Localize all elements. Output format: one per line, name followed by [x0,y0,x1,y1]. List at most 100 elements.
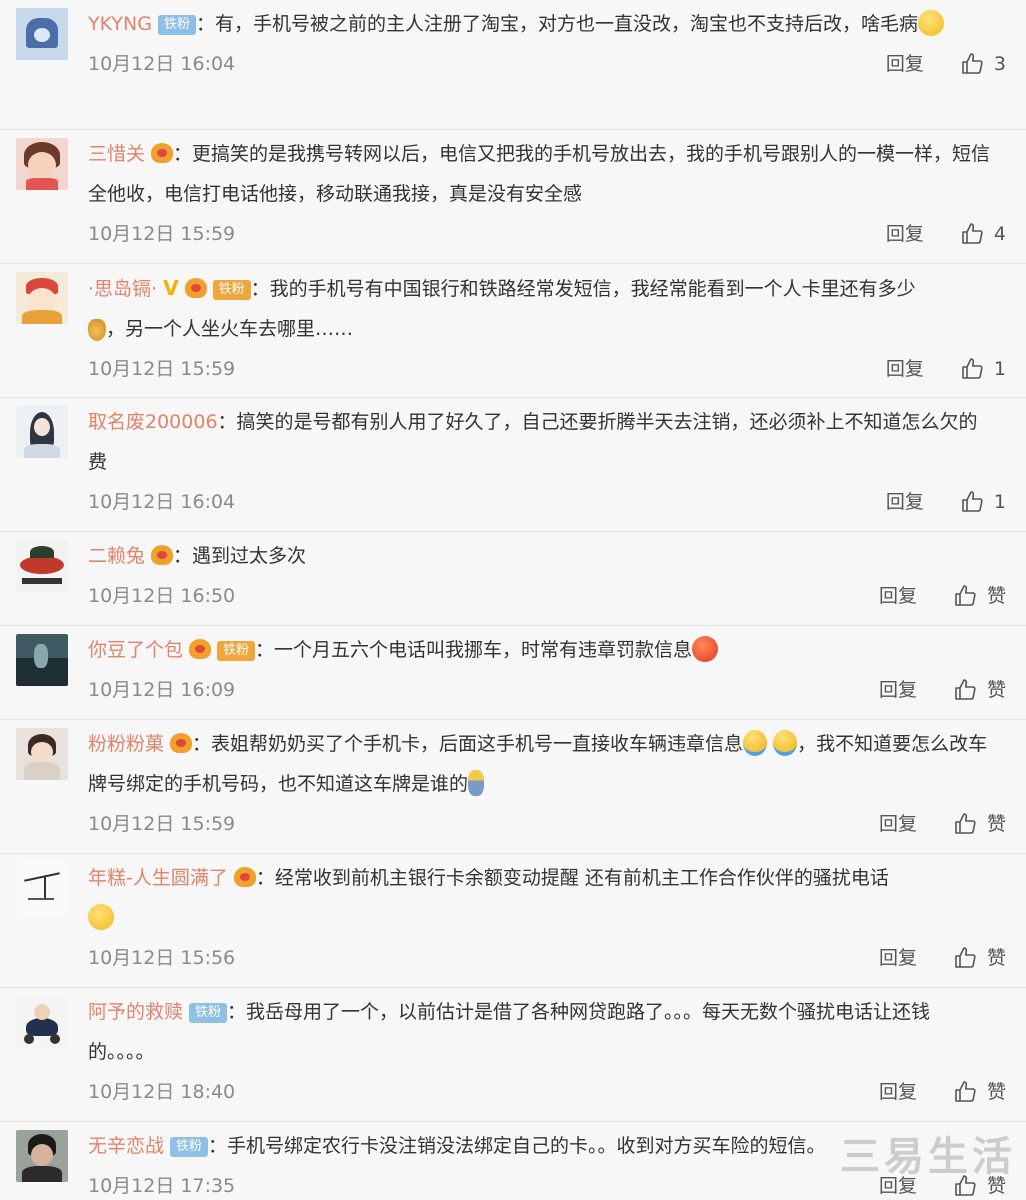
comment-text: YKYNG 铁粉 ：有，手机号被之前的主人注册了淘宝，对方也一直没改，淘宝也不支持后… [88,4,1006,44]
comment-item: 你豆了个包 铁粉 ：一个月五六个电话叫我挪车，时常有违章罚款信息 10月12日 16… [0,626,1026,720]
reply-button[interactable]: 回复 [879,670,917,710]
thumb-up-icon [962,223,983,244]
username[interactable]: 取名废200006 [88,411,218,433]
avatar[interactable] [16,540,68,592]
timestamp: 10月12日 15:59 [88,358,236,380]
reply-button[interactable]: 回复 [886,214,924,254]
avatar[interactable] [16,8,68,60]
avatar[interactable] [16,634,68,686]
thumb-up-icon [962,358,983,379]
username[interactable]: YKYNG [88,13,152,35]
vip-crown-icon [151,143,174,163]
reply-button[interactable]: 回复 [879,1072,917,1112]
comment-text: 粉粉粉菓 ：表姐帮奶奶买了个手机卡，后面这手机号一直接收车辆违章信息 ，我不知道要… [88,724,1006,804]
comment-body: ：搞笑的是号都有别人用了好久了，自己还要折腾半天去注销，还必须补上不知道怎么欠的… [88,411,978,473]
username[interactable]: 二赖兔 [88,545,145,567]
comment-body: ：手机号绑定农行卡没注销没法绑定自己的卡。。收到对方买车险的短信。 [208,1135,826,1157]
fan-badge: 铁粉 [157,15,196,35]
like-button[interactable]: 赞 [953,938,1006,978]
like-count: 1 [993,491,1006,513]
comment-meta: 10月12日 18:40 回复 赞 [88,1072,1006,1112]
comment-actions: 回复 4 [886,214,1006,254]
fan-badge: 铁粉 [189,1003,228,1023]
comment-body: ：遇到过太多次 [173,545,307,567]
like-button[interactable]: 赞 [953,670,1006,710]
username[interactable]: 粉粉粉菓 [88,733,164,755]
fan-badge: 铁粉 [217,641,256,661]
comment-actions: 回复 1 [886,349,1006,389]
like-button[interactable]: 赞 [953,1072,1006,1112]
comment-body: ：有，手机号被之前的主人注册了淘宝，对方也一直没改，淘宝也不支持后改，啥毛病 [195,13,918,35]
comment-body-continued: ，另一个人坐火车去哪里…… [106,318,354,340]
comment-actions: 回复 3 [886,44,1006,84]
thumb-up-icon [955,1081,976,1102]
like-button[interactable]: 1 [960,482,1006,522]
comment-list: YKYNG 铁粉 ：有，手机号被之前的主人注册了淘宝，对方也一直没改，淘宝也不支持后… [0,0,1026,1200]
comment-text: 取名废200006：搞笑的是号都有别人用了好久了，自己还要折腾半天去注销，还必须… [88,402,1006,482]
facepalm-emoji-icon [773,730,798,756]
vip-crown-icon [151,545,174,565]
like-label: 赞 [986,585,1006,607]
avatar[interactable] [16,1130,68,1182]
comment-item: 三惜关 ：更搞笑的是我携号转网以后，电信又把我的手机号放出去，我的手机号跟别人的一… [0,130,1026,264]
comment-item: 二赖兔 ：遇到过太多次 10月12日 16:50 回复 赞 [0,532,1026,626]
comment-body: ：更搞笑的是我携号转网以后，电信又把我的手机号放出去，我的手机号跟别人的一模一样… [88,143,991,205]
comment-actions: 回复 1 [886,482,1006,522]
like-button[interactable]: 3 [960,44,1006,84]
reply-button[interactable]: 回复 [879,938,917,978]
like-button[interactable]: 4 [960,214,1006,254]
like-label: 赞 [986,1081,1006,1103]
fan-badge: 铁粉 [170,1137,209,1157]
username[interactable]: 无辛恋战 [88,1135,164,1157]
comment-item: ·思岛镉· V 铁粉 ：我的手机号有中国银行和铁路经常发短信，我经常能看到一个人卡里还… [0,264,1026,398]
avatar[interactable] [16,272,68,324]
facepalm-emoji-icon [743,730,768,756]
reply-button[interactable]: 回复 [886,349,924,389]
timestamp: 10月12日 15:59 [88,223,236,245]
comment-text: ·思岛镉· V 铁粉 ：我的手机号有中国银行和铁路经常发短信，我经常能看到一个人卡里还… [88,268,1006,349]
reply-button[interactable]: 回复 [879,804,917,844]
vip-crown-icon [233,867,256,887]
avatar[interactable] [16,406,68,458]
username[interactable]: 阿予的救赎 [88,1001,183,1023]
username[interactable]: 你豆了个包 [88,639,183,661]
like-count: 3 [993,53,1006,75]
timestamp: 10月12日 18:40 [88,1081,236,1103]
username[interactable]: 年糕-人生圆满了 [88,867,228,889]
reply-button[interactable]: 回复 [879,576,917,616]
timestamp: 10月12日 16:50 [88,585,236,607]
avatar[interactable] [16,138,68,190]
vip-crown-icon [170,733,193,753]
comment-body: ：经常收到前机主银行卡余额变动提醒 还有前机主工作合作伙伴的骚扰电话 [255,867,889,889]
comment-meta: 10月12日 15:59 回复 赞 [88,804,1006,844]
timestamp: 10月12日 16:04 [88,491,236,513]
like-button[interactable]: 赞 [953,576,1006,616]
like-label: 赞 [986,813,1006,835]
comment-meta: 10月12日 15:59 回复 1 [88,349,1006,389]
avatar[interactable] [16,996,68,1048]
avatar[interactable] [16,862,68,914]
avatar[interactable] [16,728,68,780]
timestamp: 10月12日 15:59 [88,813,236,835]
username[interactable]: 三惜关 [88,143,145,165]
like-button[interactable]: 赞 [953,804,1006,844]
comment-text: 你豆了个包 铁粉 ：一个月五六个电话叫我挪车，时常有违章罚款信息 [88,630,1006,670]
comment-item: 阿予的救赎 铁粉 ：我岳母用了一个，以前估计是借了各种网贷跑路了。。。每天无数个骚扰… [0,988,1026,1122]
thumb-up-icon [955,947,976,968]
smile-emoji-icon [917,10,944,36]
comment-item: 粉粉粉菓 ：表姐帮奶奶买了个手机卡，后面这手机号一直接收车辆违章信息 ，我不知道要… [0,720,1026,854]
comment-text: 阿予的救赎 铁粉 ：我岳母用了一个，以前估计是借了各种网贷跑路了。。。每天无数个骚扰… [88,992,1006,1072]
reply-button[interactable]: 回复 [886,482,924,522]
comment-item: 年糕-人生圆满了 ：经常收到前机主银行卡余额变动提醒 还有前机主工作合作伙伴的骚扰… [0,854,1026,988]
thumb-up-icon [962,53,983,74]
thumb-up-icon [962,491,983,512]
watermark: 三易生活 [840,1134,1016,1180]
timestamp: 10月12日 15:56 [88,947,236,969]
timestamp: 10月12日 17:35 [88,1175,236,1197]
username[interactable]: ·思岛镉· [88,278,157,300]
comment-item: 取名废200006：搞笑的是号都有别人用了好久了，自己还要折腾半天去注销，还必须… [0,398,1026,532]
timestamp: 10月12日 16:04 [88,53,236,75]
reply-button[interactable]: 回复 [886,44,924,84]
like-button[interactable]: 1 [960,349,1006,389]
comment-meta: 10月12日 15:56 回复 赞 [88,938,1006,978]
